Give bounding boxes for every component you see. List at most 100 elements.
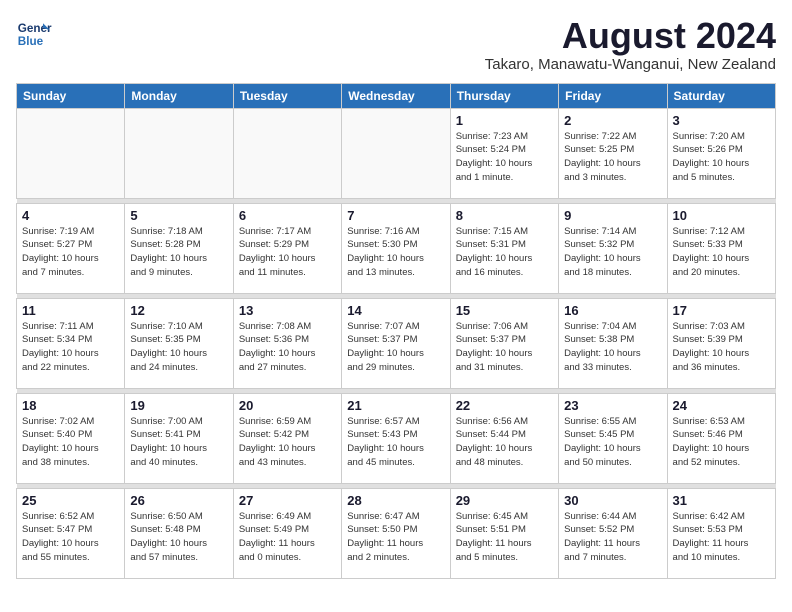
day-number: 19 <box>130 398 227 413</box>
day-info: Sunrise: 7:20 AM Sunset: 5:26 PM Dayligh… <box>673 130 770 185</box>
day-number: 1 <box>456 113 553 128</box>
calendar-cell: 16Sunrise: 7:04 AM Sunset: 5:38 PM Dayli… <box>559 298 667 388</box>
location-subtitle: Takaro, Manawatu-Wanganui, New Zealand <box>485 56 776 73</box>
calendar-week-2: 4 Sunrise: 7:19 AM Sunset: 5:27 PM Daylig… <box>17 203 776 293</box>
day-info: Sunrise: 7:15 AM Sunset: 5:31 PM Dayligh… <box>456 225 553 280</box>
calendar-cell: 23 Sunrise: 6:55 AM Sunset: 5:45 PM Dayli… <box>559 393 667 483</box>
col-tuesday: Tuesday <box>233 83 341 108</box>
calendar-cell: 5 Sunrise: 7:18 AM Sunset: 5:28 PM Daylig… <box>125 203 233 293</box>
day-info: Sunrise: 6:59 AM Sunset: 5:42 PM Dayligh… <box>239 415 336 470</box>
calendar-cell: 11 Sunrise: 7:11 AM Sunset: 5:34 PM Dayli… <box>17 298 125 388</box>
col-wednesday: Wednesday <box>342 83 450 108</box>
day-number: 5 <box>130 208 227 223</box>
calendar-cell: 7Sunrise: 7:16 AM Sunset: 5:30 PM Daylig… <box>342 203 450 293</box>
day-info: Sunrise: 7:04 AM Sunset: 5:38 PM Dayligh… <box>564 320 661 375</box>
day-number: 2 <box>564 113 661 128</box>
day-number: 30 <box>564 493 661 508</box>
day-number: 3 <box>673 113 770 128</box>
svg-text:Blue: Blue <box>18 35 44 48</box>
calendar-cell: 1Sunrise: 7:23 AM Sunset: 5:24 PM Daylig… <box>450 108 558 198</box>
day-number: 4 <box>22 208 119 223</box>
day-number: 31 <box>673 493 770 508</box>
day-info: Sunrise: 6:42 AM Sunset: 5:53 PM Dayligh… <box>673 510 770 565</box>
calendar-cell: 28 Sunrise: 6:47 AM Sunset: 5:50 PM Dayli… <box>342 488 450 578</box>
col-monday: Monday <box>125 83 233 108</box>
day-number: 24 <box>673 398 770 413</box>
day-info: Sunrise: 6:50 AM Sunset: 5:48 PM Dayligh… <box>130 510 227 565</box>
calendar-week-3: 11 Sunrise: 7:11 AM Sunset: 5:34 PM Dayli… <box>17 298 776 388</box>
day-number: 27 <box>239 493 336 508</box>
day-info: Sunrise: 6:57 AM Sunset: 5:43 PM Dayligh… <box>347 415 444 470</box>
day-number: 11 <box>22 303 119 318</box>
calendar-cell <box>233 108 341 198</box>
calendar-cell: 29Sunrise: 6:45 AM Sunset: 5:51 PM Dayli… <box>450 488 558 578</box>
day-info: Sunrise: 7:14 AM Sunset: 5:32 PM Dayligh… <box>564 225 661 280</box>
calendar-week-1: 1Sunrise: 7:23 AM Sunset: 5:24 PM Daylig… <box>17 108 776 198</box>
calendar-cell: 2Sunrise: 7:22 AM Sunset: 5:25 PM Daylig… <box>559 108 667 198</box>
calendar-cell: 20 Sunrise: 6:59 AM Sunset: 5:42 PM Dayli… <box>233 393 341 483</box>
day-number: 9 <box>564 208 661 223</box>
day-info: Sunrise: 6:53 AM Sunset: 5:46 PM Dayligh… <box>673 415 770 470</box>
calendar-cell: 22 Sunrise: 6:56 AM Sunset: 5:44 PM Dayli… <box>450 393 558 483</box>
logo-icon: General Blue <box>16 16 52 52</box>
day-number: 28 <box>347 493 444 508</box>
day-info: Sunrise: 7:10 AM Sunset: 5:35 PM Dayligh… <box>130 320 227 375</box>
day-info: Sunrise: 6:44 AM Sunset: 5:52 PM Dayligh… <box>564 510 661 565</box>
day-info: Sunrise: 7:11 AM Sunset: 5:34 PM Dayligh… <box>22 320 119 375</box>
day-info: Sunrise: 7:18 AM Sunset: 5:28 PM Dayligh… <box>130 225 227 280</box>
day-info: Sunrise: 6:47 AM Sunset: 5:50 PM Dayligh… <box>347 510 444 565</box>
calendar-cell: 10Sunrise: 7:12 AM Sunset: 5:33 PM Dayli… <box>667 203 775 293</box>
calendar-cell: 27Sunrise: 6:49 AM Sunset: 5:49 PM Dayli… <box>233 488 341 578</box>
calendar-cell: 30 Sunrise: 6:44 AM Sunset: 5:52 PM Dayli… <box>559 488 667 578</box>
month-year-title: August 2024 <box>485 16 776 56</box>
col-sunday: Sunday <box>17 83 125 108</box>
day-number: 6 <box>239 208 336 223</box>
day-number: 14 <box>347 303 444 318</box>
calendar-cell: 26 Sunrise: 6:50 AM Sunset: 5:48 PM Dayli… <box>125 488 233 578</box>
day-number: 20 <box>239 398 336 413</box>
calendar-table: Sunday Monday Tuesday Wednesday Thursday… <box>16 83 776 579</box>
calendar-cell <box>125 108 233 198</box>
day-info: Sunrise: 6:56 AM Sunset: 5:44 PM Dayligh… <box>456 415 553 470</box>
day-number: 21 <box>347 398 444 413</box>
day-info: Sunrise: 7:06 AM Sunset: 5:37 PM Dayligh… <box>456 320 553 375</box>
logo: General Blue <box>16 16 52 52</box>
calendar-cell: 4 Sunrise: 7:19 AM Sunset: 5:27 PM Daylig… <box>17 203 125 293</box>
title-block: August 2024 Takaro, Manawatu-Wanganui, N… <box>485 16 776 73</box>
day-number: 26 <box>130 493 227 508</box>
day-info: Sunrise: 7:08 AM Sunset: 5:36 PM Dayligh… <box>239 320 336 375</box>
calendar-cell: 25 Sunrise: 6:52 AM Sunset: 5:47 PM Dayli… <box>17 488 125 578</box>
col-thursday: Thursday <box>450 83 558 108</box>
day-info: Sunrise: 7:02 AM Sunset: 5:40 PM Dayligh… <box>22 415 119 470</box>
page-header: General Blue August 2024 Takaro, Manawat… <box>16 16 776 73</box>
day-info: Sunrise: 7:00 AM Sunset: 5:41 PM Dayligh… <box>130 415 227 470</box>
col-saturday: Saturday <box>667 83 775 108</box>
day-number: 7 <box>347 208 444 223</box>
calendar-cell: 9 Sunrise: 7:14 AM Sunset: 5:32 PM Daylig… <box>559 203 667 293</box>
calendar-cell: 6 Sunrise: 7:17 AM Sunset: 5:29 PM Daylig… <box>233 203 341 293</box>
calendar-cell: 13 Sunrise: 7:08 AM Sunset: 5:36 PM Dayli… <box>233 298 341 388</box>
calendar-cell: 14 Sunrise: 7:07 AM Sunset: 5:37 PM Dayli… <box>342 298 450 388</box>
day-number: 25 <box>22 493 119 508</box>
calendar-cell: 15 Sunrise: 7:06 AM Sunset: 5:37 PM Dayli… <box>450 298 558 388</box>
calendar-header-row: Sunday Monday Tuesday Wednesday Thursday… <box>17 83 776 108</box>
day-info: Sunrise: 7:19 AM Sunset: 5:27 PM Dayligh… <box>22 225 119 280</box>
day-info: Sunrise: 7:07 AM Sunset: 5:37 PM Dayligh… <box>347 320 444 375</box>
day-number: 13 <box>239 303 336 318</box>
day-info: Sunrise: 6:55 AM Sunset: 5:45 PM Dayligh… <box>564 415 661 470</box>
calendar-cell: 8Sunrise: 7:15 AM Sunset: 5:31 PM Daylig… <box>450 203 558 293</box>
day-number: 22 <box>456 398 553 413</box>
day-number: 23 <box>564 398 661 413</box>
calendar-week-4: 18Sunrise: 7:02 AM Sunset: 5:40 PM Dayli… <box>17 393 776 483</box>
calendar-cell: 19 Sunrise: 7:00 AM Sunset: 5:41 PM Dayli… <box>125 393 233 483</box>
day-info: Sunrise: 6:52 AM Sunset: 5:47 PM Dayligh… <box>22 510 119 565</box>
day-info: Sunrise: 7:17 AM Sunset: 5:29 PM Dayligh… <box>239 225 336 280</box>
day-number: 10 <box>673 208 770 223</box>
day-number: 15 <box>456 303 553 318</box>
calendar-cell <box>17 108 125 198</box>
calendar-cell: 21 Sunrise: 6:57 AM Sunset: 5:43 PM Dayli… <box>342 393 450 483</box>
calendar-cell: 12Sunrise: 7:10 AM Sunset: 5:35 PM Dayli… <box>125 298 233 388</box>
day-info: Sunrise: 7:03 AM Sunset: 5:39 PM Dayligh… <box>673 320 770 375</box>
calendar-cell: 31 Sunrise: 6:42 AM Sunset: 5:53 PM Dayli… <box>667 488 775 578</box>
calendar-cell: 17Sunrise: 7:03 AM Sunset: 5:39 PM Dayli… <box>667 298 775 388</box>
